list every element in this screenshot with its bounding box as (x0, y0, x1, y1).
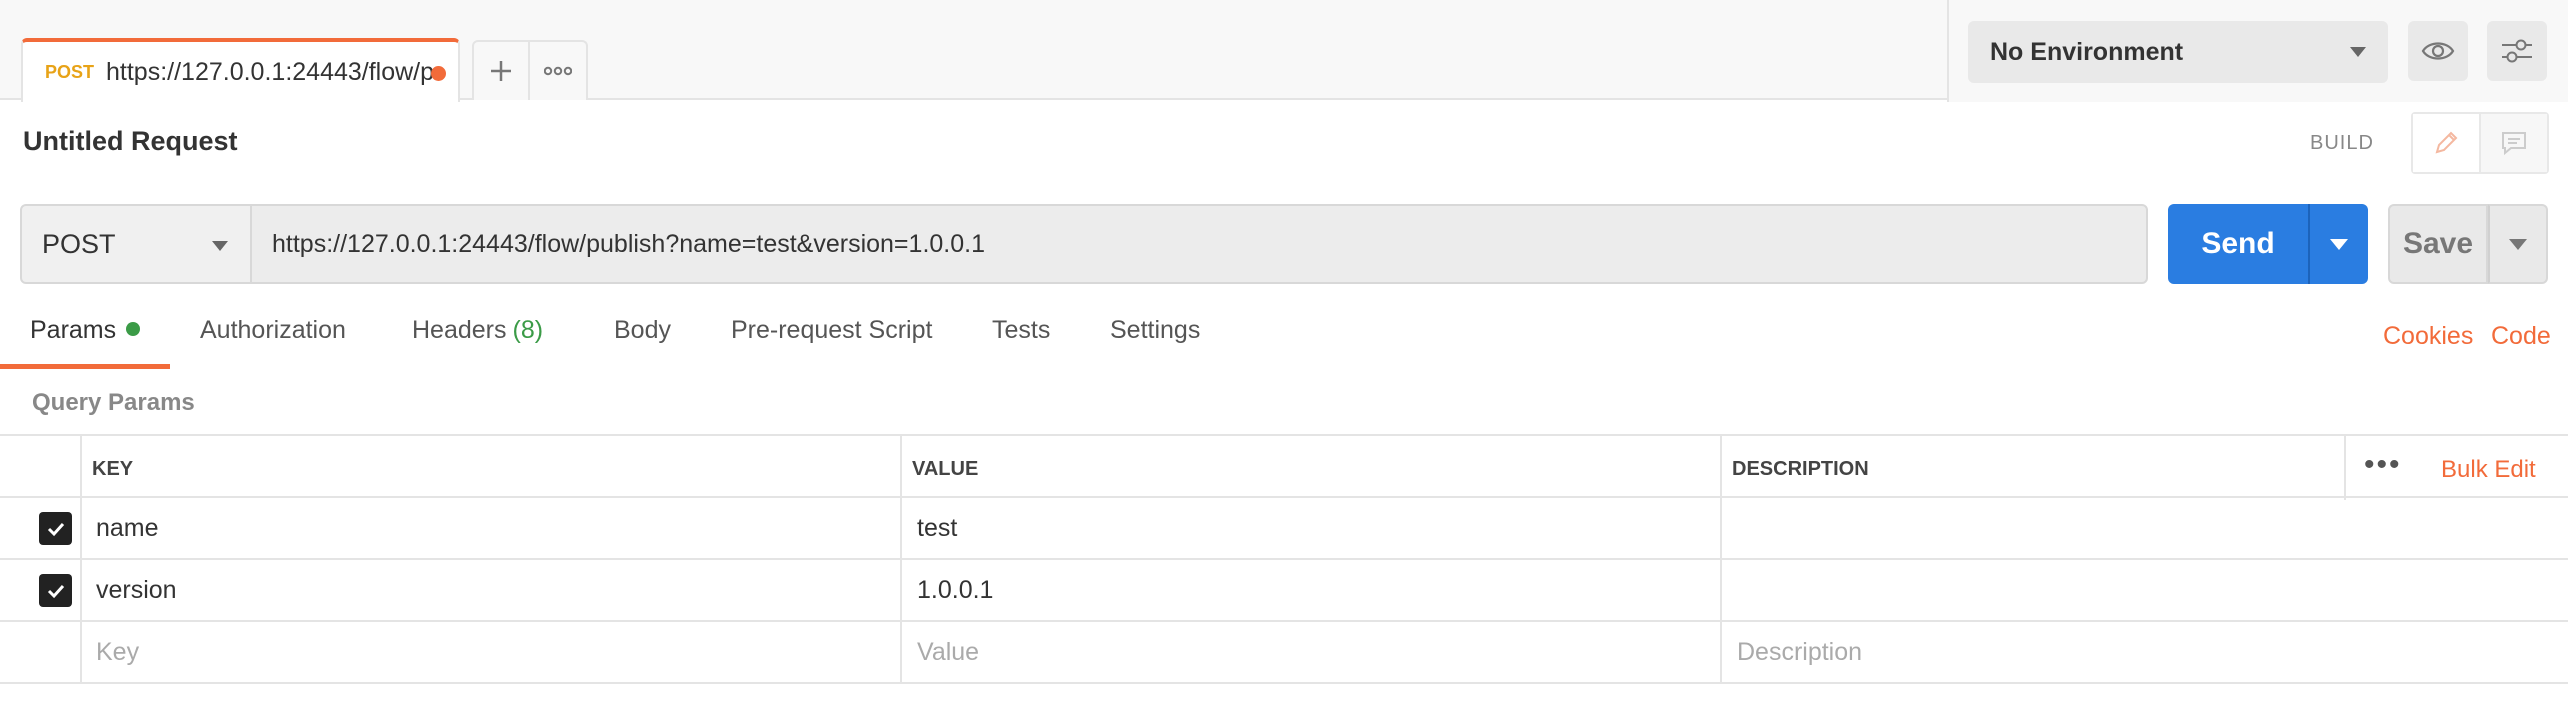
table-header-row: KEY VALUE DESCRIPTION ••• Bulk Edit (0, 434, 2568, 500)
more-options-icon[interactable]: ••• (2364, 448, 2402, 482)
plus-icon (491, 61, 511, 81)
tab-method-label: POST (45, 61, 95, 82)
tab-headers-label: Headers (412, 316, 507, 344)
pencil-icon (2435, 131, 2458, 154)
new-tab-button[interactable] (472, 40, 530, 100)
column-divider (900, 434, 902, 684)
save-options-button[interactable] (2488, 204, 2548, 284)
checkmark-icon (47, 584, 64, 598)
headers-count-badge: (8) (512, 316, 544, 344)
tab-url-label: https://127.0.0.1:24443/flow/p... (106, 57, 437, 86)
column-divider (1720, 434, 1722, 684)
comments-button[interactable] (2481, 114, 2547, 172)
comment-icon (2502, 132, 2526, 156)
query-params-label: Query Params (32, 389, 195, 416)
edit-button[interactable] (2413, 114, 2481, 172)
bulk-edit-link[interactable]: Bulk Edit (2441, 456, 2536, 484)
params-active-dot-icon (126, 322, 141, 337)
param-enabled-checkbox[interactable] (39, 512, 72, 545)
chevron-down-icon (212, 241, 228, 251)
chevron-down-icon (2509, 238, 2527, 250)
unsaved-dot-icon (431, 66, 446, 81)
more-horizontal-icon (544, 66, 572, 76)
param-enabled-checkbox[interactable] (39, 574, 72, 607)
column-divider (80, 434, 82, 684)
send-options-button[interactable] (2308, 204, 2368, 284)
table-row: version 1.0.0.1 (0, 560, 2568, 622)
header-divider (2344, 436, 2346, 500)
url-input[interactable]: https://127.0.0.1:24443/flow/publish?nam… (250, 204, 2148, 284)
manage-environments-button[interactable] (2487, 21, 2547, 81)
request-title[interactable]: Untitled Request (23, 126, 238, 157)
environment-quick-look-button[interactable] (2408, 21, 2468, 81)
param-value-cell[interactable]: 1.0.0.1 (917, 576, 993, 605)
save-button[interactable]: Save (2388, 204, 2488, 284)
send-button[interactable]: Send (2168, 204, 2308, 284)
build-mode-label: BUILD (2310, 132, 2374, 154)
active-tab-indicator (0, 364, 170, 369)
table-row: name test (0, 498, 2568, 560)
tab-body[interactable]: Body (614, 316, 671, 372)
cookies-link[interactable]: Cookies (2383, 322, 2473, 351)
param-key-cell[interactable]: version (96, 576, 177, 605)
new-value-input[interactable]: Value (917, 638, 979, 667)
method-select[interactable]: POST (20, 204, 252, 284)
build-icons-group (2411, 112, 2549, 174)
chevron-down-icon (2350, 47, 2366, 57)
column-header-description: DESCRIPTION (1732, 458, 1869, 480)
column-header-value: VALUE (912, 458, 979, 480)
tab-options-button[interactable] (530, 40, 588, 100)
new-key-input[interactable]: Key (96, 638, 139, 667)
tab-tests[interactable]: Tests (992, 316, 1050, 372)
tab-params-label: Params (30, 316, 117, 344)
sliders-icon (2502, 39, 2532, 63)
eye-icon (2421, 42, 2455, 60)
tab-headers[interactable]: Headers (8) (412, 316, 543, 372)
new-description-input[interactable]: Description (1737, 638, 1862, 667)
tab-pre-request-script[interactable]: Pre-request Script (731, 316, 932, 372)
request-tab[interactable]: POST https://127.0.0.1:24443/flow/p... (21, 38, 460, 102)
tab-settings[interactable]: Settings (1110, 316, 1200, 372)
param-value-cell[interactable]: test (917, 514, 957, 543)
column-header-key: KEY (92, 458, 134, 480)
method-select-value: POST (42, 228, 116, 259)
checkmark-icon (47, 522, 64, 536)
environment-select-value: No Environment (1990, 37, 2184, 66)
table-row-new: Key Value Description (0, 622, 2568, 684)
environment-select[interactable]: No Environment (1968, 21, 2388, 83)
code-link[interactable]: Code (2491, 322, 2551, 351)
param-key-cell[interactable]: name (96, 514, 159, 543)
chevron-down-icon (2330, 238, 2348, 250)
tab-authorization[interactable]: Authorization (200, 316, 346, 372)
